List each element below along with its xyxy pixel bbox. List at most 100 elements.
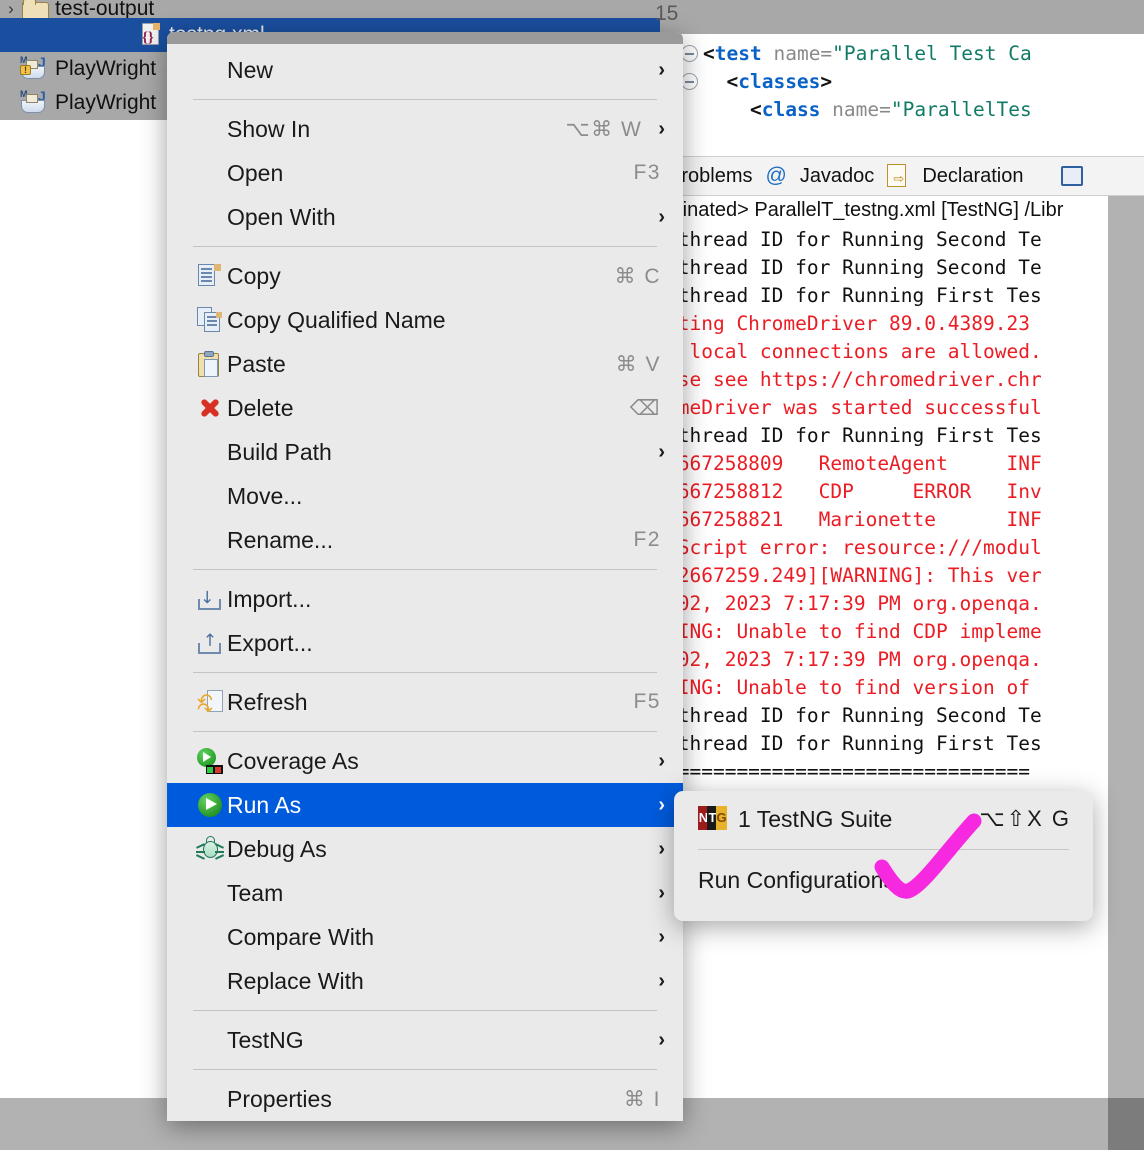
console-launch-header: minated> ParallelT_testng.xml [TestNG] /… <box>660 196 1144 226</box>
menu-item-label: Copy <box>227 263 615 290</box>
console-line: 2667258812 CDP ERROR Inv <box>660 478 1144 506</box>
menu-item-testng[interactable]: TestNG› <box>167 1018 683 1062</box>
menu-item-new[interactable]: New› <box>167 48 683 92</box>
menu-item-accelerator: ⌘ C <box>615 264 666 289</box>
refresh-icon: ↶↷ <box>193 689 227 715</box>
context-menu[interactable]: New›Show In⌥⌘ W›OpenF3Open With›Copy⌘ CC… <box>167 32 683 1121</box>
menu-item-label: Run As <box>227 792 658 819</box>
chevron-right-icon: › <box>658 838 665 861</box>
menu-item-import[interactable]: ↘Import... <box>167 577 683 621</box>
menu-item-paste[interactable]: Paste⌘ V <box>167 342 683 386</box>
menu-item-copy[interactable]: Copy⌘ C <box>167 254 683 298</box>
tab-javadoc[interactable]: Javadoc <box>800 165 875 188</box>
menu-item-properties[interactable]: Properties⌘ I <box>167 1077 683 1121</box>
submenu-item-label: Run Configurations... <box>698 867 914 894</box>
editor-line-number: 15 <box>655 2 678 26</box>
console-line: =============================== <box>660 758 1144 786</box>
menu-item-export[interactable]: ↗Export... <box>167 621 683 665</box>
menu-item-team[interactable]: Team› <box>167 871 683 915</box>
fold-collapse-icon[interactable] <box>681 45 703 63</box>
bottom-view-tabbar[interactable]: Problems @ Javadoc Declaration <box>660 156 1144 196</box>
menu-separator <box>193 731 657 732</box>
chevron-right-icon: › <box>658 206 665 229</box>
fold-collapse-icon[interactable] <box>681 73 703 91</box>
chevron-right-icon: › <box>658 794 665 817</box>
menu-item-show-in[interactable]: Show In⌥⌘ W› <box>167 107 683 151</box>
menu-item-label: Move... <box>227 483 665 510</box>
menu-item-move[interactable]: Move... <box>167 474 683 518</box>
console-line: NING: Unable to find CDP impleme <box>660 618 1144 646</box>
menu-item-label: TestNG <box>227 1027 658 1054</box>
menu-item-label: Export... <box>227 630 665 657</box>
copy-icon <box>193 263 227 289</box>
context-menu-list[interactable]: New›Show In⌥⌘ W›OpenF3Open With›Copy⌘ CC… <box>167 44 683 1121</box>
menu-item-label: Coverage As <box>227 748 658 775</box>
paste-icon <box>193 351 227 378</box>
menu-item-label: New <box>227 57 658 84</box>
menu-item-label: Refresh <box>227 689 633 716</box>
menu-separator <box>193 672 657 673</box>
folder-icon <box>22 0 48 19</box>
menu-item-accelerator: ⌘ V <box>616 352 665 377</box>
menu-separator <box>193 246 657 247</box>
tab-declaration[interactable]: Declaration <box>922 165 1023 188</box>
menu-item-label: Paste <box>227 351 616 378</box>
editor-line: <test name="Parallel Test Ca <box>673 40 1144 68</box>
menu-separator <box>193 1069 657 1070</box>
editor-line: <classes> <box>673 68 1144 96</box>
menu-item-accelerator: ⌫ <box>630 396 665 421</box>
console-line: rting ChromeDriver 89.0.4389.23 <box>660 310 1144 338</box>
menu-item-copy-qualified-name[interactable]: Copy Qualified Name <box>167 298 683 342</box>
console-line: thread ID for Running First Tes <box>660 730 1144 758</box>
console-line: thread ID for Running First Tes <box>660 422 1144 450</box>
menu-item-run-as[interactable]: Run As› <box>167 783 683 827</box>
console-icon[interactable] <box>1061 166 1083 186</box>
menu-item-replace-with[interactable]: Replace With› <box>167 959 683 1003</box>
xml-editor[interactable]: <test name="Parallel Test Ca <classes> <… <box>672 34 1144 154</box>
menu-item-accelerator: F5 <box>633 690 665 714</box>
menu-item-label: Show In <box>227 116 565 143</box>
tree-item-playwright-1[interactable]: MJ! PlayWright <box>0 52 156 86</box>
xml-file-icon: {} <box>140 22 162 48</box>
menu-item-build-path[interactable]: Build Path› <box>167 430 683 474</box>
console-line: aScript error: resource:///modul <box>660 534 1144 562</box>
menu-item-open-with[interactable]: Open With› <box>167 195 683 239</box>
menu-item-accelerator: F3 <box>633 161 665 185</box>
chevron-right-icon: › <box>658 882 665 905</box>
submenu-item-run-configurations[interactable]: Run Configurations... <box>674 852 1093 908</box>
chevron-right-icon: › <box>658 1029 665 1052</box>
menu-item-coverage-as[interactable]: Coverage As› <box>167 739 683 783</box>
tree-item-playwright-2[interactable]: MJ PlayWright <box>0 86 156 120</box>
menu-item-label: Import... <box>227 586 665 613</box>
menu-item-rename[interactable]: Rename...F2 <box>167 518 683 562</box>
console-view[interactable]: minated> ParallelT_testng.xml [TestNG] /… <box>660 196 1144 1150</box>
console-line: 02, 2023 7:17:39 PM org.openqa. <box>660 590 1144 618</box>
editor-line: <class name="ParallelTes <box>673 96 1144 124</box>
menu-item-label: Open With <box>227 204 658 231</box>
delete-icon <box>193 396 227 420</box>
console-output: thread ID for Running Second Te thread I… <box>660 226 1144 842</box>
menu-item-refresh[interactable]: ↶↷RefreshF5 <box>167 680 683 724</box>
window-right-dim <box>1108 196 1144 1150</box>
menu-item-debug-as[interactable]: Debug As› <box>167 827 683 871</box>
submenu-item-testng-suite[interactable]: NTG 1 TestNG Suite ⌥⇧X G <box>674 791 1093 847</box>
chevron-right-icon: › <box>658 59 665 82</box>
declaration-icon <box>887 164 909 188</box>
chevron-right-icon: › <box>658 441 665 464</box>
console-line: 72667259.249][WARNING]: This ver <box>660 562 1144 590</box>
submenu-item-accel: ⌥⇧X G <box>979 806 1071 832</box>
menu-separator <box>193 569 657 570</box>
menu-item-accelerator: F2 <box>633 528 665 552</box>
menu-item-compare-with[interactable]: Compare With› <box>167 915 683 959</box>
chevron-right-icon: › <box>658 970 665 993</box>
package-explorer-body <box>0 120 167 1098</box>
editor-tabstrip-dim <box>660 0 1144 34</box>
menu-item-label: Copy Qualified Name <box>227 307 665 334</box>
menu-item-label: Debug As <box>227 836 658 863</box>
menu-item-open[interactable]: OpenF3 <box>167 151 683 195</box>
chevron-right-icon: › <box>658 926 665 949</box>
menu-item-delete[interactable]: Delete⌫ <box>167 386 683 430</box>
maven-java-warning-icon: MJ! <box>20 56 48 82</box>
run-as-submenu[interactable]: NTG 1 TestNG Suite ⌥⇧X G Run Configurati… <box>674 791 1093 921</box>
chevron-right-icon[interactable]: › <box>0 0 22 19</box>
